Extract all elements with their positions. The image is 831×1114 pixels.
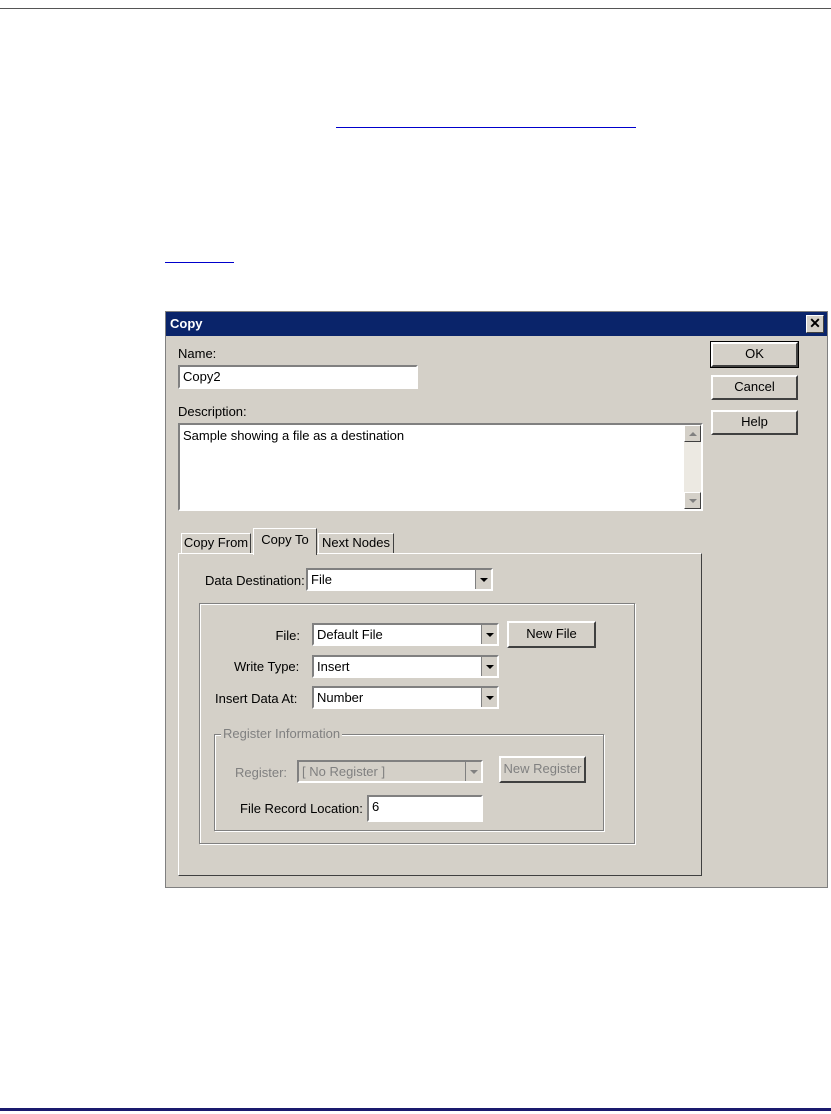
chevron-down-icon[interactable] (481, 657, 497, 676)
ok-button[interactable]: OK (710, 341, 799, 368)
insert-data-at-value: Number (317, 690, 364, 705)
insert-data-at-select[interactable]: Number (312, 686, 499, 709)
data-destination-label: Data Destination: (205, 573, 305, 588)
copy-dialog: Copy ✕ Name: Copy2 Description: Sample s… (165, 311, 828, 888)
tab-copy-to[interactable]: Copy To (253, 528, 317, 555)
chevron-down-icon[interactable] (481, 625, 497, 644)
name-label: Name: (178, 346, 217, 361)
description-label: Description: (178, 404, 247, 419)
file-record-location-input[interactable]: 6 (367, 795, 483, 822)
file-record-location-label: File Record Location: (240, 801, 363, 816)
destination-groupbox: File: Default File New File Write Type: … (199, 603, 635, 844)
name-field[interactable]: Copy2 (178, 365, 418, 389)
register-information-title: Register Information (221, 726, 343, 741)
scroll-up-icon[interactable] (684, 425, 701, 442)
file-value: Default File (317, 627, 383, 642)
new-file-button[interactable]: New File (507, 621, 596, 648)
insert-data-at-label: Insert Data At: (215, 691, 298, 706)
tab-next-nodes[interactable]: Next Nodes (318, 533, 394, 554)
close-icon[interactable]: ✕ (806, 315, 824, 333)
register-label: Register: (235, 765, 288, 780)
hyperlink-underline-short[interactable] (165, 262, 234, 263)
description-scrollbar[interactable] (684, 425, 701, 509)
register-information-groupbox: Register Information Register: [ No Regi… (214, 726, 604, 831)
tab-copy-from[interactable]: Copy From (181, 533, 251, 554)
copy-to-panel: Data Destination: File File: Default Fil… (178, 553, 702, 876)
write-type-value: Insert (317, 659, 350, 674)
page-top-rule (0, 8, 831, 9)
scroll-down-icon[interactable] (684, 492, 701, 509)
file-label: File: (275, 628, 300, 643)
data-destination-value: File (311, 572, 332, 587)
chevron-down-icon (465, 762, 481, 781)
chevron-down-icon[interactable] (475, 570, 491, 589)
dialog-title: Copy (170, 316, 203, 331)
write-type-select[interactable]: Insert (312, 655, 499, 678)
write-type-label: Write Type: (234, 659, 300, 674)
page-bottom-rule (0, 1108, 831, 1111)
file-select[interactable]: Default File (312, 623, 499, 646)
cancel-button[interactable]: Cancel (711, 375, 798, 400)
chevron-down-icon[interactable] (481, 688, 497, 707)
register-select: [ No Register ] (297, 760, 483, 783)
new-register-button: New Register (499, 756, 586, 783)
help-button[interactable]: Help (711, 410, 798, 435)
hyperlink-underline[interactable] (336, 127, 636, 128)
dialog-titlebar: Copy ✕ (166, 312, 827, 336)
description-text: Sample showing a file as a destination (183, 428, 405, 443)
data-destination-select[interactable]: File (306, 568, 493, 591)
description-field[interactable]: Sample showing a file as a destination (178, 423, 703, 511)
register-value: [ No Register ] (302, 764, 386, 779)
